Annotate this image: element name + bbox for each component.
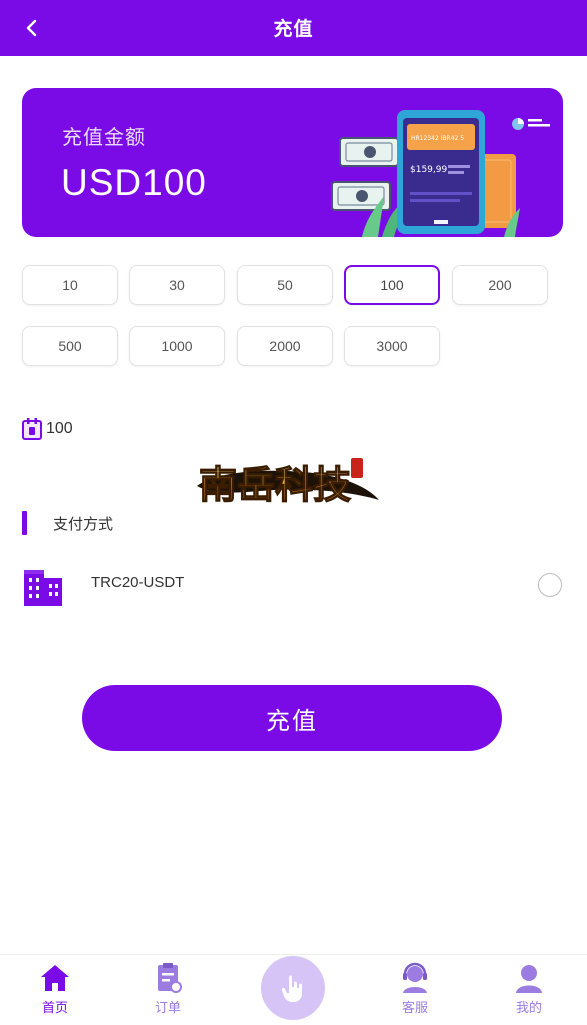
user-icon bbox=[516, 965, 542, 993]
payment-method-radio[interactable] bbox=[538, 573, 562, 597]
payment-method-row[interactable]: TRC20-USDT bbox=[22, 562, 567, 608]
amount-option-200[interactable]: 200 bbox=[452, 265, 548, 305]
building-icon bbox=[24, 570, 62, 606]
amount-option-3000[interactable]: 3000 bbox=[344, 326, 440, 366]
nav-item-support[interactable]: 客服 bbox=[380, 961, 450, 1021]
amount-input[interactable]: 100 bbox=[22, 416, 73, 442]
tap-hand-icon bbox=[281, 975, 302, 1002]
nav-item-orders[interactable]: 订单 bbox=[133, 961, 203, 1021]
amount-option-50[interactable]: 50 bbox=[237, 265, 333, 305]
nav-label-support: 客服 bbox=[401, 1001, 428, 1016]
banner-label: 充值金额 bbox=[62, 125, 146, 149]
amount-input-value: 100 bbox=[46, 420, 73, 437]
amount-option-10[interactable]: 10 bbox=[22, 265, 118, 305]
nav-label-orders: 订单 bbox=[154, 1001, 181, 1016]
order-icon bbox=[158, 963, 182, 993]
watermark-logo: 南岳科技 bbox=[197, 458, 379, 508]
section-accent-bar bbox=[22, 511, 27, 535]
nav-item-home[interactable]: 首页 bbox=[20, 961, 90, 1021]
recharge-submit-button[interactable]: 充值 bbox=[82, 685, 502, 751]
amount-option-2000[interactable]: 2000 bbox=[237, 326, 333, 366]
nav-label-profile: 我的 bbox=[515, 1001, 542, 1016]
banner-amount: USD100 bbox=[61, 162, 207, 203]
amount-option-1000[interactable]: 1000 bbox=[129, 326, 225, 366]
nav-center-button[interactable] bbox=[261, 956, 325, 1020]
amount-option-100[interactable]: 100 bbox=[344, 265, 440, 305]
card-number-text: HR12342 IBR42 5 bbox=[411, 135, 464, 142]
calendar-icon bbox=[22, 418, 42, 440]
top-bar: 充值 bbox=[0, 0, 587, 56]
watermark-text: 南岳科技 bbox=[199, 462, 351, 507]
nav-label-home: 首页 bbox=[41, 1001, 68, 1016]
payment-section-title: 支付方式 bbox=[22, 510, 113, 536]
wallet-payment-illustration: HR12342 IBR42 5 $159,99 bbox=[331, 110, 550, 237]
nav-item-profile[interactable]: 我的 bbox=[494, 961, 564, 1021]
home-icon bbox=[41, 965, 69, 991]
support-icon bbox=[403, 962, 427, 993]
amount-option-30[interactable]: 30 bbox=[129, 265, 225, 305]
page-title: 充值 bbox=[273, 18, 314, 40]
payment-section-label: 支付方式 bbox=[53, 514, 114, 533]
payment-method-label: TRC20-USDT bbox=[91, 574, 185, 591]
amount-option-500[interactable]: 500 bbox=[22, 326, 118, 366]
amount-banner: 充值金额 USD100 HR12342 IBR42 5 $159,99 bbox=[22, 88, 563, 237]
card-price-text: $159,99 bbox=[410, 165, 447, 175]
